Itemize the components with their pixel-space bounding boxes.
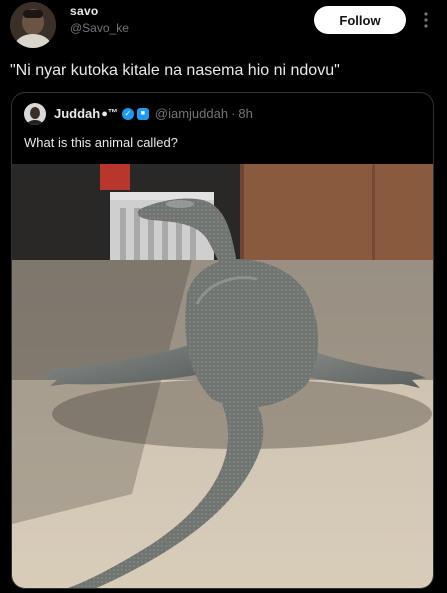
follow-button[interactable]: Follow [314,6,406,34]
avatar[interactable] [10,2,56,48]
quoted-handle[interactable]: @iamjuddah [155,106,228,121]
affiliate-badge-icon: ■ [136,107,149,120]
post-text: "Ni nyar kutoka kitale na nasema hio ni … [10,62,340,79]
quoted-text: What is this animal called? [24,135,178,150]
quoted-header: Juddah ● ™ ✓ ■ @iamjuddah · 8h [54,106,253,121]
separator-dot: · [231,106,236,121]
author-handle[interactable]: @Savo_ke [70,21,129,35]
author-display-name[interactable]: savo [70,4,129,18]
quoted-display-name[interactable]: Juddah [54,106,100,121]
apple-logo-icon: ● [101,107,108,120]
quoted-avatar[interactable] [24,103,46,125]
quoted-timestamp[interactable]: 8h [238,106,252,121]
post-view: savo @Savo_ke Follow "Ni nyar kutoka kit… [0,0,447,593]
more-vertical-icon[interactable] [416,8,436,32]
quoted-post[interactable]: Juddah ● ™ ✓ ■ @iamjuddah · 8h What is t… [11,92,434,589]
quoted-name-suffix: ™ [107,108,118,119]
verified-badge-icon: ✓ [121,107,134,120]
post-image[interactable] [12,164,433,588]
author-info[interactable]: savo @Savo_ke [70,4,129,35]
